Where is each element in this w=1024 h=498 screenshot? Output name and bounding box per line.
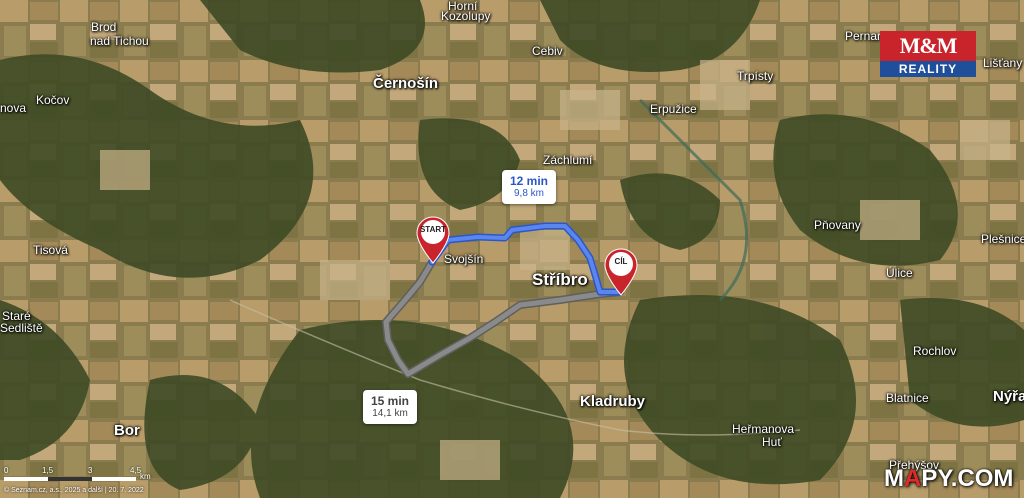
scale-bar-segment xyxy=(4,477,48,481)
place-label-ulice: Úlice xyxy=(886,266,913,280)
route-overlay xyxy=(382,222,624,378)
scale-tick: 3 xyxy=(88,466,93,475)
scale-tick: 1,5 xyxy=(42,466,54,475)
place-label-sedliste: Sedliště xyxy=(0,321,43,335)
mm-reality-logo: M&M REALITY xyxy=(880,31,976,77)
place-label-bor: Bor xyxy=(114,422,140,439)
map-scale: 0 1,5 3 4,5 km xyxy=(4,466,151,486)
end-marker-label: CÍL xyxy=(614,257,628,266)
place-label-nova: nova xyxy=(0,101,27,115)
route-alt-time: 15 min xyxy=(371,394,410,408)
place-label-tisova: Tisová xyxy=(33,243,68,257)
end-marker[interactable]: CÍL xyxy=(604,248,638,296)
place-label-cebiv: Cebiv xyxy=(532,44,563,58)
brand-suffix: PY.COM xyxy=(921,465,1014,492)
place-label-kocov: Kočov xyxy=(36,93,70,107)
start-marker[interactable]: START xyxy=(416,216,450,264)
logo-bottom-text: REALITY xyxy=(880,61,976,77)
place-label-pnovany: Pňovany xyxy=(814,218,861,232)
route-main-distance: 9,8 km xyxy=(514,188,545,200)
mapy-brand-logo: MAPY.COM xyxy=(884,465,1013,493)
route-alt-distance: 14,1 km xyxy=(372,408,408,420)
scale-unit: km xyxy=(140,472,151,481)
logo-top-text: M&M xyxy=(880,31,976,61)
place-label-kozolupy: Kozolupy xyxy=(441,9,491,23)
route-main-info[interactable]: 12 min 9,8 km xyxy=(502,170,557,205)
scale-tick: 0 xyxy=(4,466,9,475)
place-label-rochlov: Rochlov xyxy=(913,344,957,358)
map-copyright[interactable]: © Seznam.cz, a.s., 2025 a další | 20. 7.… xyxy=(4,487,144,494)
scale-bar-segment xyxy=(92,477,136,481)
place-label-cernosin: Černošín xyxy=(373,75,439,92)
map-pin-icon xyxy=(604,248,638,296)
place-label-brod: Brod xyxy=(91,20,117,34)
scale-bar-segment xyxy=(48,477,92,481)
place-label-plesnice: Plešnice xyxy=(981,232,1024,246)
start-marker-label: START xyxy=(419,225,447,234)
map-view[interactable]: Brod nad Tichou Horní Kozolupy Černošín … xyxy=(0,0,1024,498)
map-pin-icon xyxy=(416,216,450,264)
place-label-listany: Lišťany xyxy=(983,56,1023,70)
place-label-nad-tichou: nad Tichou xyxy=(90,34,149,48)
place-label-kladruby: Kladruby xyxy=(580,393,646,410)
brand-accent: A xyxy=(904,465,922,492)
place-label-stribro: Stříbro xyxy=(532,270,588,289)
place-label-trpisty: Trpísty xyxy=(737,69,774,83)
place-label-zachlumi: Záchlumí xyxy=(543,153,593,167)
brand-prefix: M xyxy=(884,465,904,492)
place-label-blatnice: Blatnice xyxy=(886,391,929,405)
place-label-erpuzice: Erpužice xyxy=(650,102,697,116)
place-label-hut: Huť xyxy=(762,435,782,449)
route-main-time: 12 min xyxy=(510,174,549,188)
route-alt-info[interactable]: 15 min 14,1 km xyxy=(363,390,418,425)
place-label-nyrany: Nýřa xyxy=(993,388,1024,405)
